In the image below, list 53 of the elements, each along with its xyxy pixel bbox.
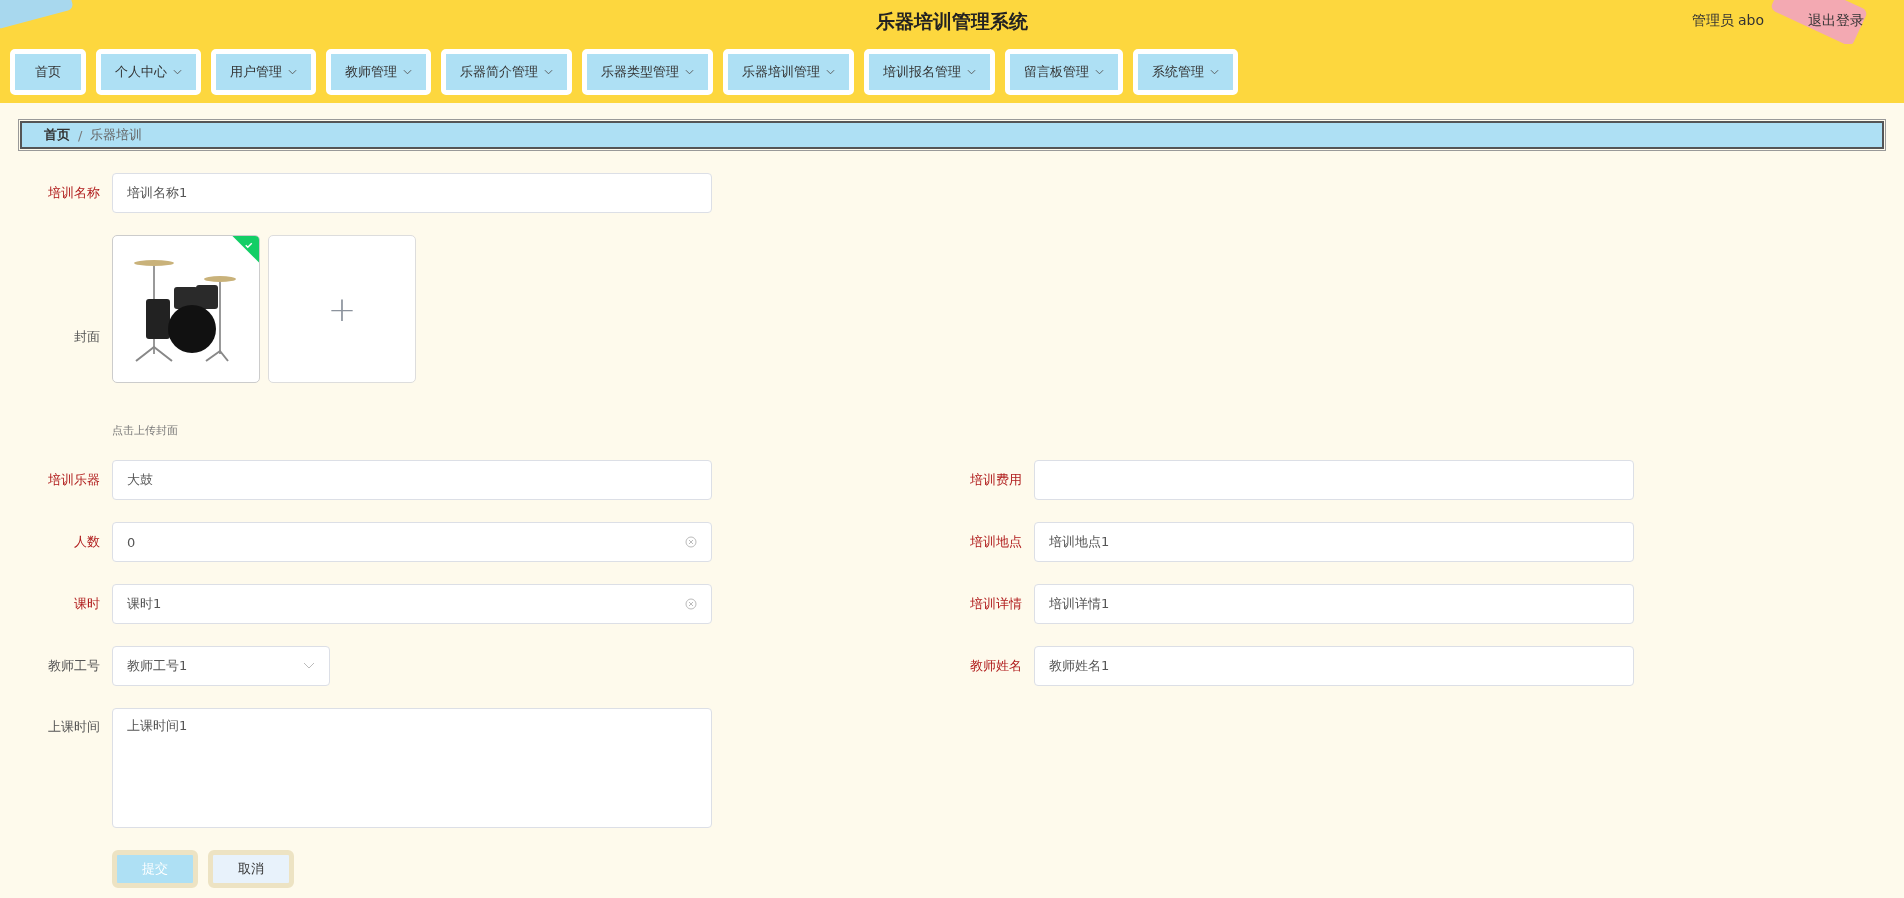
- input-field[interactable]: 大鼓: [112, 460, 712, 500]
- field-label: 培训名称: [47, 184, 101, 202]
- input-field[interactable]: 0: [112, 522, 712, 562]
- select-field[interactable]: 教师工号1: [112, 646, 330, 686]
- field-value: 培训地点1: [1049, 533, 1111, 551]
- breadcrumb-separator: /: [78, 127, 83, 143]
- nav-menu-item[interactable]: 个人中心: [96, 49, 201, 95]
- field-value: 教师工号1: [127, 657, 189, 675]
- nav-menu-item[interactable]: 乐器简介管理: [441, 49, 572, 95]
- nav-menu-item[interactable]: 乐器培训管理: [723, 49, 854, 95]
- field-value: 培训详情1: [1049, 595, 1111, 613]
- chevron-down-icon: [303, 662, 315, 670]
- clear-icon[interactable]: [685, 536, 697, 548]
- field-value: 课时1: [127, 595, 163, 613]
- nav-menu-item[interactable]: 教师管理: [326, 49, 431, 95]
- nav-menu-item[interactable]: 系统管理: [1133, 49, 1238, 95]
- field-value: 上课时间1: [127, 717, 189, 735]
- field-label: 培训地点: [969, 533, 1023, 551]
- nav-menu-item[interactable]: 乐器类型管理: [582, 49, 713, 95]
- breadcrumb-item[interactable]: 首页: [44, 126, 70, 144]
- system-title: 乐器培训管理系统: [876, 9, 1028, 34]
- field-label: 人数: [73, 533, 101, 551]
- field-value: 大鼓: [127, 471, 154, 489]
- logout-link[interactable]: 退出登录: [1808, 12, 1864, 30]
- nav-menu-item[interactable]: 留言板管理: [1005, 49, 1123, 95]
- field-label: 培训费用: [969, 471, 1023, 489]
- field-value: 培训名称1: [127, 184, 189, 202]
- breadcrumb-item: 乐器培训: [90, 126, 143, 144]
- input-field[interactable]: 培训详情1: [1034, 584, 1634, 624]
- text-area[interactable]: 上课时间1: [112, 708, 712, 828]
- field-value: 0: [127, 534, 137, 550]
- image-thumbnail[interactable]: [112, 235, 260, 383]
- plus-icon: +: [327, 289, 357, 329]
- field-label: 教师姓名: [969, 657, 1023, 675]
- input-field[interactable]: 培训地点1: [1034, 522, 1634, 562]
- upload-hint: 点击上传封面: [112, 423, 179, 438]
- input-field[interactable]: 培训名称1: [112, 173, 712, 213]
- nav-menu-item[interactable]: 培训报名管理: [864, 49, 995, 95]
- field-label: 课时: [73, 595, 101, 613]
- user-name: 管理员 abo: [1691, 12, 1764, 30]
- field-label: 封面: [73, 327, 101, 346]
- nav-menu-item[interactable]: 首页: [10, 49, 86, 95]
- field-label: 教师工号: [47, 657, 101, 675]
- field-label: 上课时间: [47, 718, 101, 736]
- cancel-button[interactable]: 取消: [208, 850, 294, 888]
- input-field[interactable]: 课时1: [112, 584, 712, 624]
- field-label: 培训乐器: [47, 471, 101, 489]
- input-field[interactable]: 教师姓名1: [1034, 646, 1634, 686]
- field-value: 教师姓名1: [1049, 657, 1111, 675]
- field-label: 培训详情: [969, 595, 1023, 613]
- input-field[interactable]: [1034, 460, 1634, 500]
- nav-menu-item[interactable]: 用户管理: [211, 49, 316, 95]
- clear-icon[interactable]: [685, 598, 697, 610]
